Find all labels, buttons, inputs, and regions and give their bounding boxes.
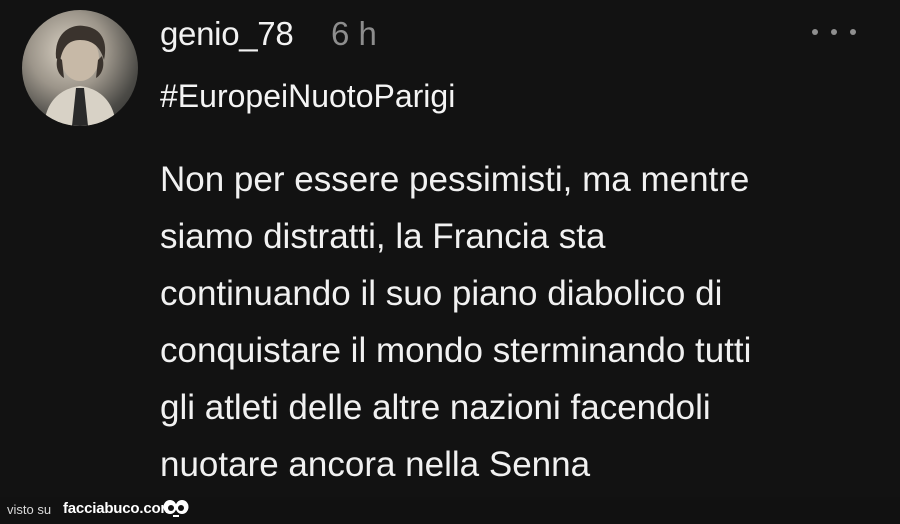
username[interactable]: genio_78 [160,15,294,53]
post-body: Non per essere pessimisti, ma mentre sia… [160,151,850,493]
dot [850,29,856,35]
post-card: genio_78 6 h #EuropeiNuotoParigi Non per… [0,0,900,497]
watermark-bar: visto su facciabuco.com [0,497,900,521]
watermark-brand: facciabuco.com [63,500,174,517]
post-line: Non per essere pessimisti, ma mentre [160,160,750,199]
post-line: continuando il suo piano diabolico di [160,274,723,313]
post-line: nuotare ancora nella Senna [160,445,591,484]
dot [831,29,837,35]
post-line: siamo distratti, la Francia sta [160,217,606,256]
watermark-prefix: visto su [7,502,52,517]
profile-photo-icon [44,25,116,126]
post-line: gli atleti delle altre nazioni facendoli [160,388,711,427]
avatar[interactable] [22,10,138,126]
dot [812,29,818,35]
post-line: conquistare il mondo sterminando tutti [160,331,752,370]
post-time: 6 h [331,15,377,52]
hashtag-link[interactable]: #EuropeiNuotoParigi [160,78,455,115]
eyes-icon [161,499,191,519]
ellipsis-icon[interactable] [812,18,856,46]
